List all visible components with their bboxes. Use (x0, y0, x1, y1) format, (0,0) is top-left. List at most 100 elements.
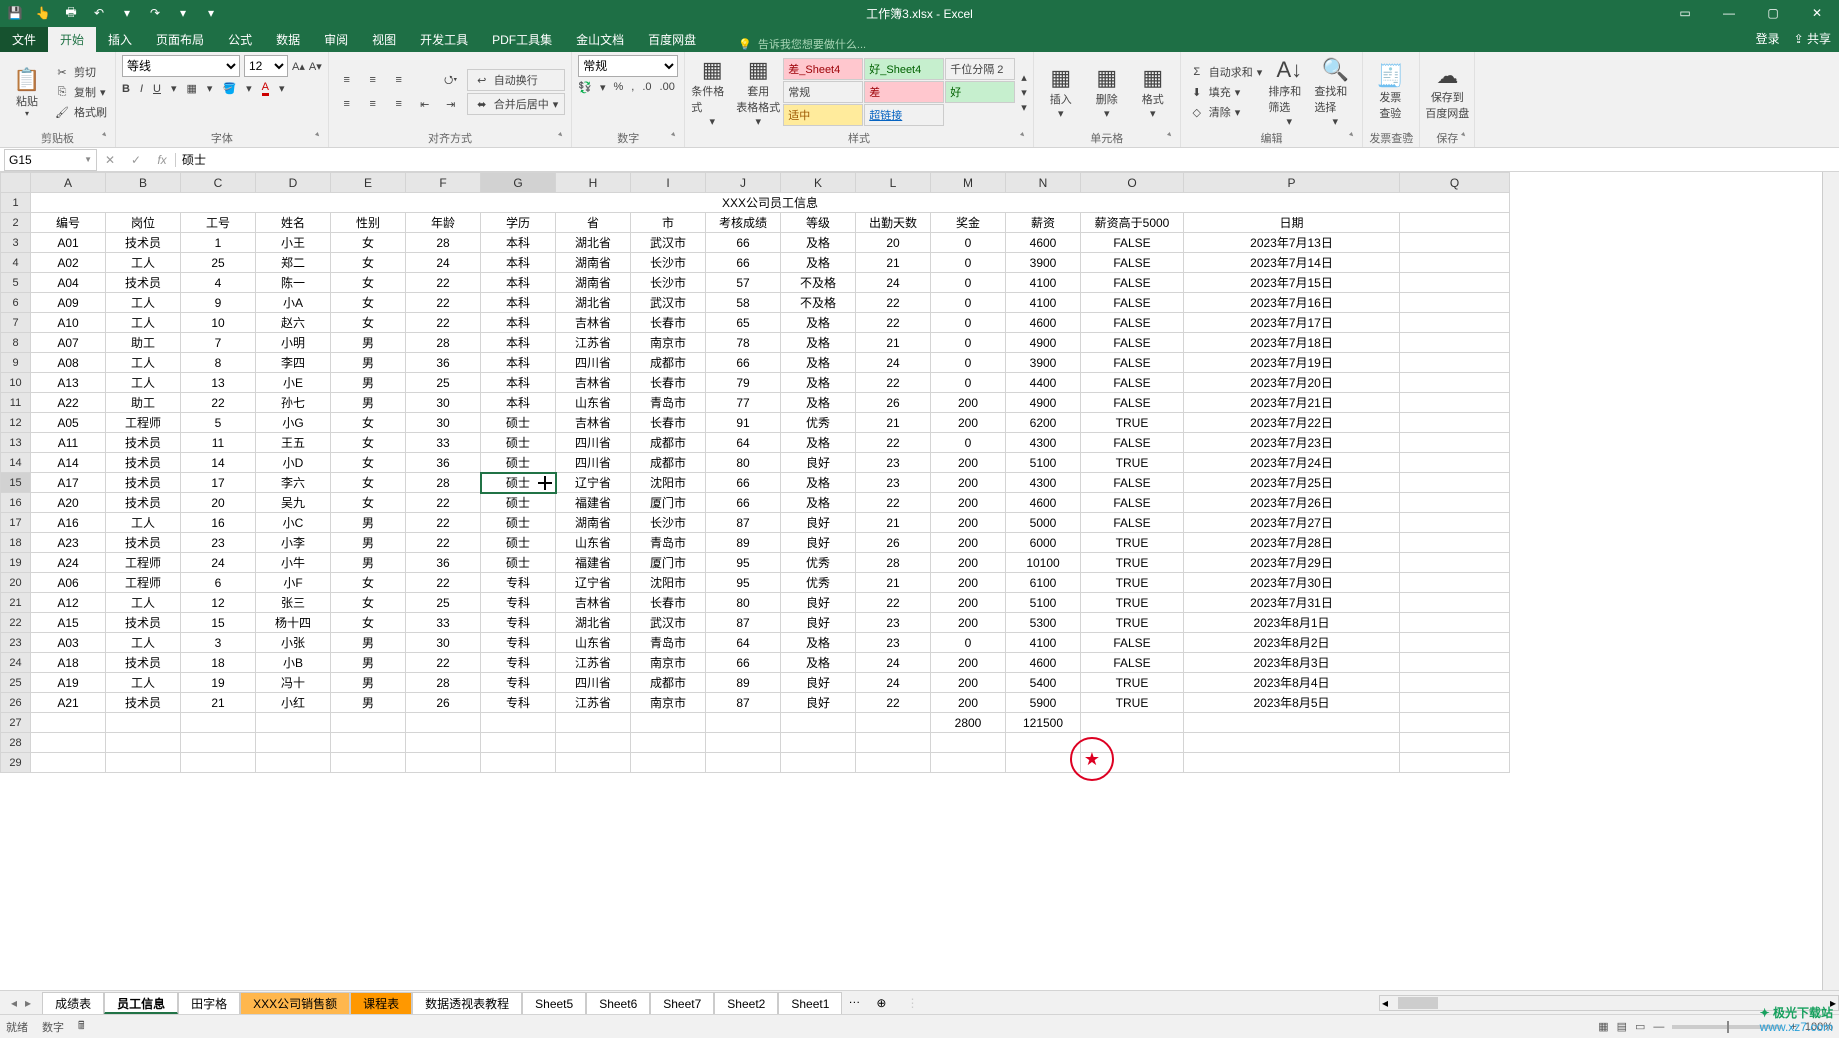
cell-Q24[interactable] (1400, 653, 1510, 673)
cell-E17[interactable]: 男 (331, 513, 406, 533)
cell-B11[interactable]: 助工 (106, 393, 181, 413)
cell-L16[interactable]: 22 (856, 493, 931, 513)
cell-N11[interactable]: 4900 (1006, 393, 1081, 413)
row-header-16[interactable]: 16 (1, 493, 31, 513)
cell-style-超链接[interactable]: 超链接 (864, 104, 944, 126)
font-size-select[interactable]: 12 (244, 55, 288, 77)
cell-D19[interactable]: 小牛 (256, 553, 331, 573)
cell-B4[interactable]: 工人 (106, 253, 181, 273)
cell-G23[interactable]: 专科 (481, 633, 556, 653)
cell-C29[interactable] (181, 753, 256, 773)
cell-Q11[interactable] (1400, 393, 1510, 413)
cell-B3[interactable]: 技术员 (106, 233, 181, 253)
zoom-out-icon[interactable]: — (1653, 1021, 1664, 1033)
cell-K4[interactable]: 及格 (781, 253, 856, 273)
cell-J28[interactable] (706, 733, 781, 753)
invoice-button[interactable]: 🧾发票 查验 (1369, 59, 1411, 125)
underline-button[interactable]: U (153, 83, 161, 95)
col-header-O[interactable]: O (1081, 173, 1184, 193)
cell-D23[interactable]: 小张 (256, 633, 331, 653)
accounting-button[interactable]: 💱 (578, 81, 592, 94)
cell-P24[interactable]: 2023年8月3日 (1184, 653, 1400, 673)
cell-H10[interactable]: 吉林省 (556, 373, 631, 393)
align-right-button[interactable]: ≡ (387, 93, 411, 115)
cell-Q12[interactable] (1400, 413, 1510, 433)
col-header-H[interactable]: H (556, 173, 631, 193)
cell-I24[interactable]: 南京市 (631, 653, 706, 673)
cell-B25[interactable]: 工人 (106, 673, 181, 693)
cell-Q14[interactable] (1400, 453, 1510, 473)
cell-A13[interactable]: A11 (31, 433, 106, 453)
cell-F24[interactable]: 22 (406, 653, 481, 673)
cell-L12[interactable]: 21 (856, 413, 931, 433)
cell-M15[interactable]: 200 (931, 473, 1006, 493)
cell-P6[interactable]: 2023年7月16日 (1184, 293, 1400, 313)
row-header-5[interactable]: 5 (1, 273, 31, 293)
cell-G6[interactable]: 本科 (481, 293, 556, 313)
cell-O14[interactable]: TRUE (1081, 453, 1184, 473)
worksheet-area[interactable]: ABCDEFGHIJKLMNOPQ1XXX公司员工信息2编号岗位工号姓名性别年龄… (0, 172, 1839, 990)
tab-页面布局[interactable]: 页面布局 (144, 27, 216, 52)
cell-M20[interactable]: 200 (931, 573, 1006, 593)
cell-H22[interactable]: 湖北省 (556, 613, 631, 633)
cell-F28[interactable] (406, 733, 481, 753)
cell-H21[interactable]: 吉林省 (556, 593, 631, 613)
cell-E12[interactable]: 女 (331, 413, 406, 433)
cell-N4[interactable]: 3900 (1006, 253, 1081, 273)
cell-I14[interactable]: 成都市 (631, 453, 706, 473)
cell-B15[interactable]: 技术员 (106, 473, 181, 493)
cell-C18[interactable]: 23 (181, 533, 256, 553)
cell-J14[interactable]: 80 (706, 453, 781, 473)
cell-F9[interactable]: 36 (406, 353, 481, 373)
cell-styles-gallery[interactable]: 差_Sheet4好_Sheet4千位分隔 2常规差好适中超链接 (783, 58, 1015, 126)
close-icon[interactable]: ✕ (1795, 0, 1839, 26)
cell-P9[interactable]: 2023年7月19日 (1184, 353, 1400, 373)
redo-icon[interactable]: ↷ (146, 4, 164, 22)
cell-A27[interactable] (31, 713, 106, 733)
cell-B17[interactable]: 工人 (106, 513, 181, 533)
cell-G27[interactable] (481, 713, 556, 733)
cell-A23[interactable]: A03 (31, 633, 106, 653)
cell-A19[interactable]: A24 (31, 553, 106, 573)
cell-Q6[interactable] (1400, 293, 1510, 313)
col-header-G[interactable]: G (481, 173, 556, 193)
cell-K17[interactable]: 良好 (781, 513, 856, 533)
cell-J2[interactable]: 考核成绩 (706, 213, 781, 233)
cell-K3[interactable]: 及格 (781, 233, 856, 253)
cell-J16[interactable]: 66 (706, 493, 781, 513)
fill-color-button[interactable]: 🪣 (222, 82, 236, 95)
cell-D17[interactable]: 小C (256, 513, 331, 533)
cell-K19[interactable]: 优秀 (781, 553, 856, 573)
cell-O18[interactable]: TRUE (1081, 533, 1184, 553)
cell-D16[interactable]: 吴九 (256, 493, 331, 513)
cell-A29[interactable] (31, 753, 106, 773)
cell-P28[interactable] (1184, 733, 1400, 753)
sheet-tab-Sheet1[interactable]: Sheet1 (778, 992, 842, 1014)
col-header-J[interactable]: J (706, 173, 781, 193)
zoom-value[interactable]: 100% (1805, 1021, 1833, 1033)
cell-G14[interactable]: 硕士 (481, 453, 556, 473)
cell-P15[interactable]: 2023年7月25日 (1184, 473, 1400, 493)
cell-L22[interactable]: 23 (856, 613, 931, 633)
cell-M9[interactable]: 0 (931, 353, 1006, 373)
view-break-icon[interactable]: ▭ (1635, 1020, 1645, 1033)
tab-金山文档[interactable]: 金山文档 (564, 27, 636, 52)
cell-C25[interactable]: 19 (181, 673, 256, 693)
cell-O17[interactable]: FALSE (1081, 513, 1184, 533)
cell-E7[interactable]: 女 (331, 313, 406, 333)
cell-E25[interactable]: 男 (331, 673, 406, 693)
cell-B24[interactable]: 技术员 (106, 653, 181, 673)
cell-F22[interactable]: 33 (406, 613, 481, 633)
cell-M10[interactable]: 0 (931, 373, 1006, 393)
cell-A21[interactable]: A12 (31, 593, 106, 613)
col-header-B[interactable]: B (106, 173, 181, 193)
row-header-2[interactable]: 2 (1, 213, 31, 233)
cell-C15[interactable]: 17 (181, 473, 256, 493)
cell-M7[interactable]: 0 (931, 313, 1006, 333)
cell-D29[interactable] (256, 753, 331, 773)
cell-E2[interactable]: 性别 (331, 213, 406, 233)
cell-Q21[interactable] (1400, 593, 1510, 613)
cell-G8[interactable]: 本科 (481, 333, 556, 353)
cell-G10[interactable]: 本科 (481, 373, 556, 393)
cell-M2[interactable]: 奖金 (931, 213, 1006, 233)
